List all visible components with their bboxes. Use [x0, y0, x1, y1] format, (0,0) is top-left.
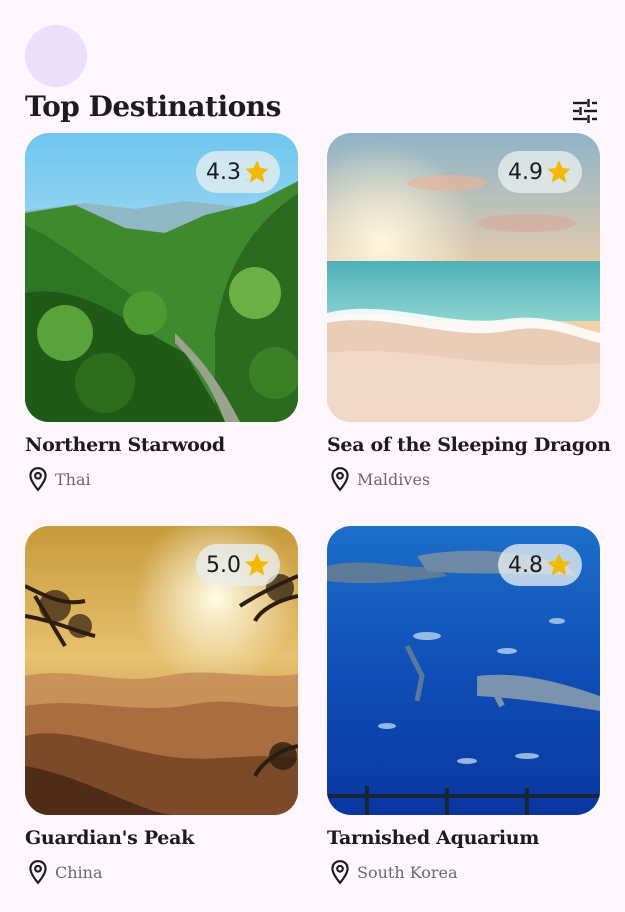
rating-value: 4.3: [206, 159, 241, 185]
destination-card[interactable]: 5.0 Guardian's Peak China: [25, 526, 298, 885]
destination-card[interactable]: 4.8 Tarnished Aquarium South Korea: [327, 526, 600, 885]
destination-location: South Korea: [327, 859, 600, 885]
rating-badge: 4.8: [498, 544, 582, 586]
filter-button[interactable]: [568, 94, 602, 128]
location-text: Maldives: [357, 469, 431, 489]
rating-badge: 5.0: [196, 544, 280, 586]
destination-card[interactable]: 4.3 Northern Starwood Thai: [25, 133, 298, 492]
destination-name[interactable]: Sea of the Sleeping Dragon: [327, 434, 611, 456]
destination-location: China: [25, 859, 298, 885]
star-icon: [547, 553, 571, 576]
location-pin-icon: [29, 467, 47, 492]
rating-value: 5.0: [206, 552, 241, 578]
rating-value: 4.9: [508, 159, 543, 185]
location-pin-icon: [29, 860, 47, 885]
destination-card[interactable]: 4.9 Sea of the Sleeping Dragon Maldives: [327, 133, 611, 492]
page-title: Top Destinations: [25, 90, 281, 123]
location-pin-icon: [331, 860, 349, 885]
rating-badge: 4.3: [196, 151, 280, 193]
location-text: South Korea: [357, 862, 458, 882]
location-pin-icon: [331, 467, 349, 492]
destination-name[interactable]: Northern Starwood: [25, 434, 298, 456]
tune-icon: [573, 99, 597, 123]
star-icon: [245, 160, 269, 183]
rating-badge: 4.9: [498, 151, 582, 193]
destination-image[interactable]: 4.3: [25, 133, 298, 422]
star-icon: [547, 160, 571, 183]
avatar[interactable]: [25, 25, 87, 87]
destination-location: Maldives: [327, 466, 600, 492]
location-text: China: [55, 862, 103, 882]
destination-location: Thai: [25, 466, 298, 492]
location-text: Thai: [55, 469, 91, 489]
rating-value: 4.8: [508, 552, 543, 578]
destination-name[interactable]: Tarnished Aquarium: [327, 827, 600, 849]
destination-image[interactable]: 5.0: [25, 526, 298, 815]
destination-image[interactable]: 4.9: [327, 133, 600, 422]
star-icon: [245, 553, 269, 576]
destination-name[interactable]: Guardian's Peak: [25, 827, 298, 849]
destination-image[interactable]: 4.8: [327, 526, 600, 815]
